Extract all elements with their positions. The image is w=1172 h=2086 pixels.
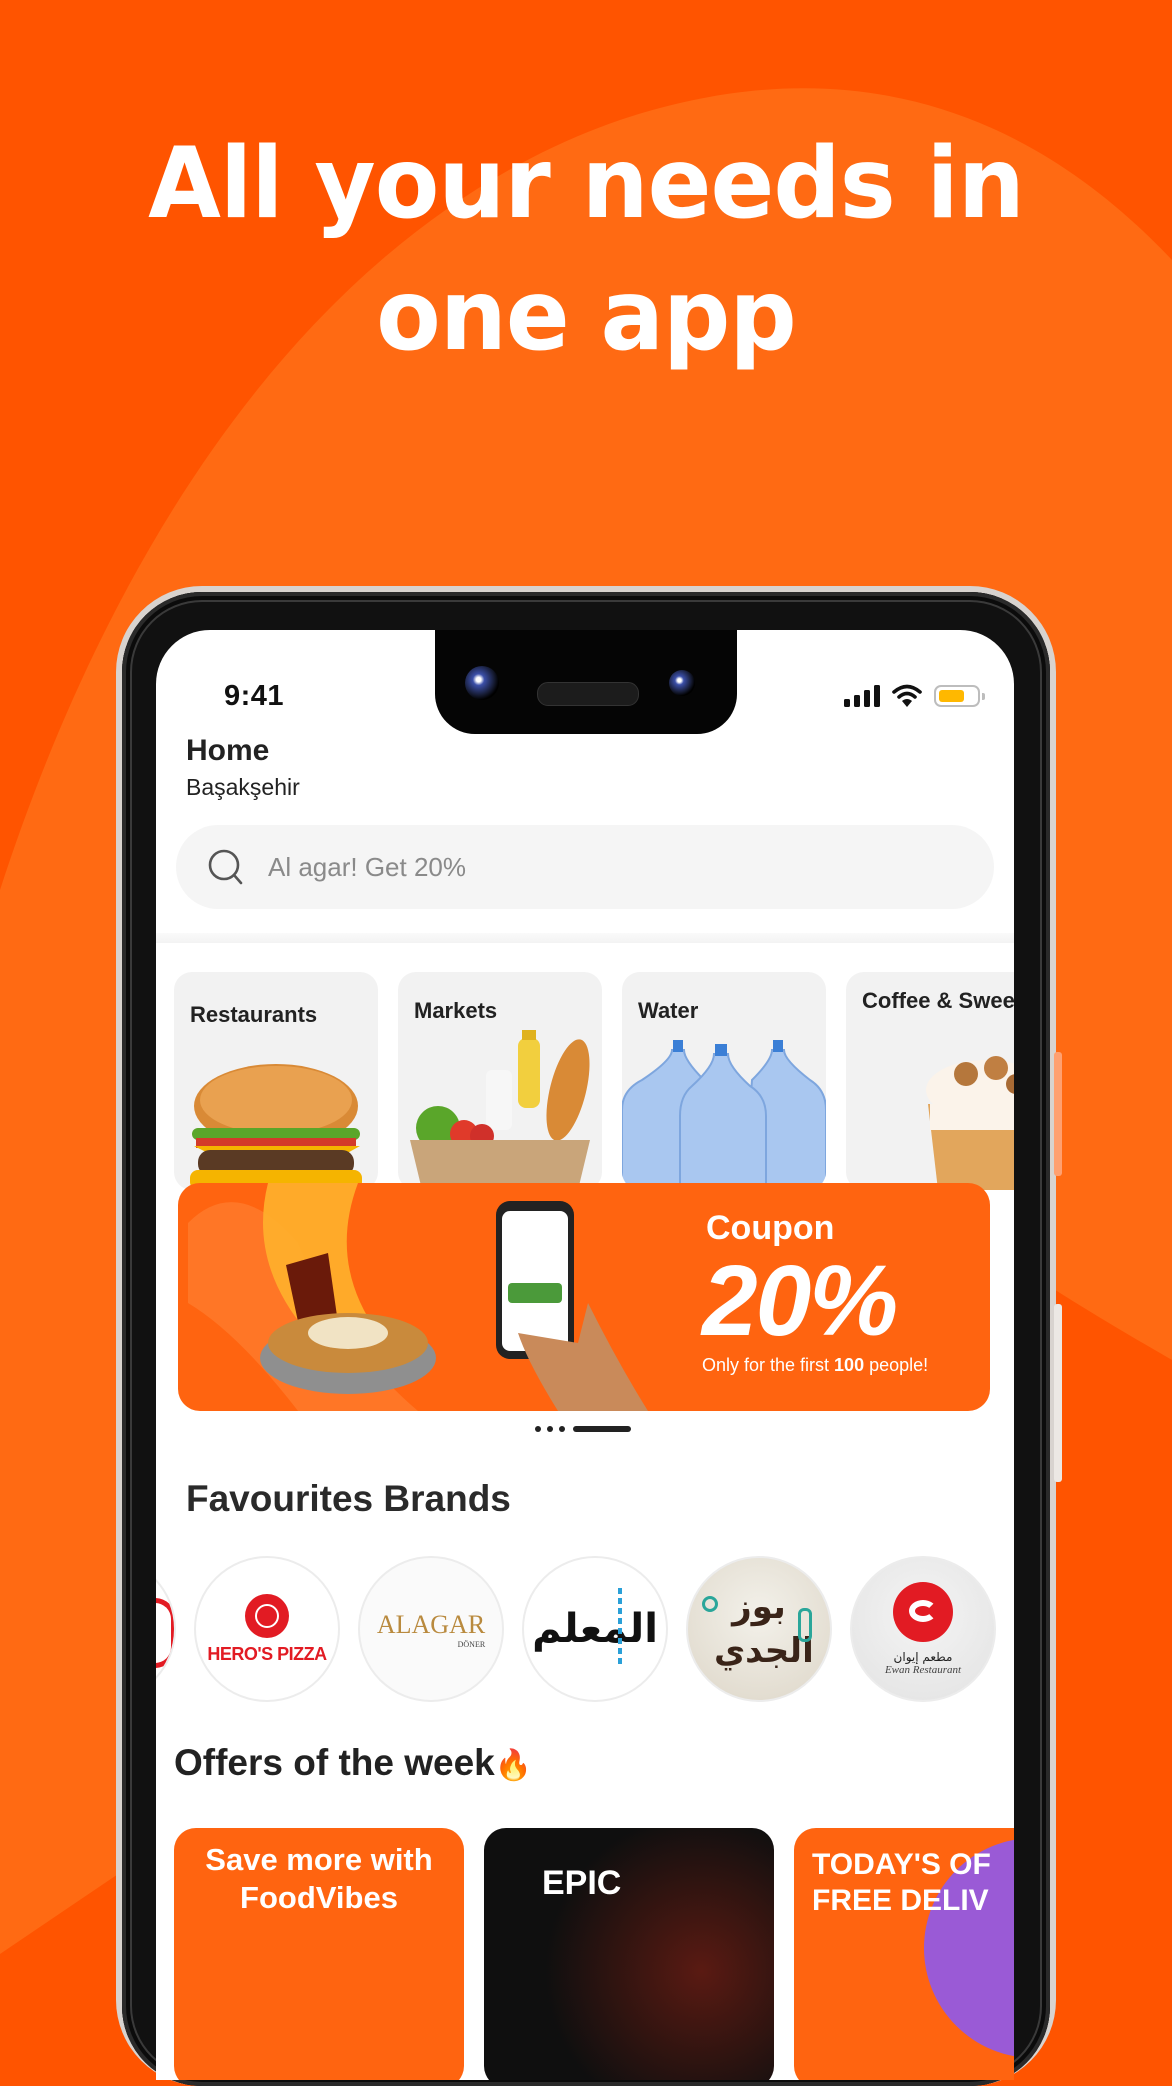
battery-icon: [934, 685, 985, 707]
category-label: Restaurants: [190, 1002, 318, 1027]
coupon-discount: 20%: [702, 1245, 898, 1357]
fire-icon: 🔥: [494, 1749, 533, 1782]
divider: [156, 933, 1014, 943]
brands-title: Favourites Brands: [186, 1478, 511, 1519]
offer-line-1: TODAY'S OF: [812, 1848, 991, 1881]
brand-bouz-al-jidi[interactable]: بوز الجدي: [686, 1556, 832, 1702]
brand-ewan-restaurant[interactable]: مطعم إيوان Ewan Restaurant: [850, 1556, 996, 1702]
speaker-grille: [537, 682, 639, 706]
wifi-icon: [892, 684, 922, 707]
carousel-indicator: [535, 1426, 631, 1432]
brand-logo-text: مطعم إيوان: [893, 1650, 953, 1664]
power-button: [1054, 1304, 1062, 1482]
offer-line-1: EPIC: [542, 1864, 622, 1902]
promo-banner[interactable]: Coupon 20% Only for the first 100 people…: [178, 1183, 990, 1411]
brand-logo-subtext: Ewan Restaurant: [884, 1664, 962, 1676]
coupon-note-count: 100: [834, 1355, 865, 1375]
brand-logo-text: المعلم: [532, 1606, 658, 1652]
carousel-dot[interactable]: [559, 1426, 565, 1432]
coffee-dessert-image: [926, 1056, 1014, 1190]
category-label: Markets: [414, 998, 498, 1023]
category-markets[interactable]: Markets: [398, 972, 602, 1190]
brand-logo-text: بوز الجدي: [714, 1587, 814, 1671]
front-camera-icon: [465, 666, 499, 700]
coupon-note-prefix: Only for the first: [702, 1355, 835, 1375]
offer-card[interactable]: Save more with FoodVibes: [174, 1828, 464, 2080]
search-bar[interactable]: Al agar! Get 20%: [176, 825, 994, 909]
brand-partial[interactable]: [156, 1556, 176, 1702]
app-screen: 9:41 Home Başakşehir Al agar! Get 20% Re…: [156, 630, 1014, 2080]
search-icon: [208, 849, 243, 885]
offers-title: Offers of the week🔥: [174, 1742, 532, 1784]
lantern-icon: [798, 1608, 812, 1642]
grocery-bag-image: [410, 1030, 590, 1190]
category-label: Coffee & Sweets: [862, 988, 1014, 1013]
headline: All your needs in one app: [0, 118, 1172, 382]
coupon-note-suffix: people!: [864, 1355, 929, 1375]
brand-logo-subtext: DÖNER: [457, 1639, 486, 1649]
brand-alagar-doner[interactable]: ALAGAR DÖNER: [358, 1556, 504, 1702]
ornament-icon: [702, 1596, 718, 1612]
offer-list: Save more with FoodVibes EPIC TODAY'S OF…: [174, 1828, 1014, 2080]
ewan-logo-icon: [893, 1582, 953, 1642]
headline-line-1: All your needs in: [148, 127, 1025, 241]
offer-line-2: FoodVibes: [240, 1880, 398, 1915]
brand-logo-text: ALAGAR: [376, 1609, 486, 1639]
address-location[interactable]: Başakşehir: [186, 774, 300, 801]
status-time: 9:41: [224, 680, 285, 712]
offer-line-1: Save more with: [205, 1842, 433, 1877]
phone-mockup: 9:41 Home Başakşehir Al agar! Get 20% Re…: [116, 586, 1062, 2086]
category-list: Restaurants Markets Water Coffee & Swee: [174, 972, 1014, 1190]
carousel-dot-active[interactable]: [573, 1426, 631, 1432]
signal-icon: [844, 685, 880, 707]
status-icons: [844, 684, 985, 708]
brand-logo-text: HERO'S PIZZA: [207, 1643, 327, 1664]
coupon-note: Only for the first 100 people!: [702, 1355, 928, 1376]
volume-button: [1054, 1052, 1062, 1176]
sensor-icon: [669, 670, 695, 696]
offer-card[interactable]: EPIC: [484, 1828, 774, 2080]
offer-line-2: FREE DELIV: [812, 1884, 989, 1917]
heros-pizza-logo-icon: [244, 1593, 289, 1638]
headline-line-2: one app: [376, 259, 797, 373]
carousel-dot[interactable]: [535, 1426, 541, 1432]
category-label: Water: [638, 998, 699, 1023]
notch: [435, 630, 737, 734]
category-water[interactable]: Water: [622, 972, 826, 1190]
water-bottles-image: [622, 1040, 826, 1190]
offers-title-text: Offers of the week: [174, 1742, 495, 1783]
burger-image: [190, 1064, 362, 1190]
brand-al-muallem[interactable]: المعلم: [522, 1556, 668, 1702]
brand-heros-pizza[interactable]: HERO'S PIZZA: [194, 1556, 340, 1702]
category-restaurants[interactable]: Restaurants: [174, 972, 378, 1190]
category-coffee-sweets[interactable]: Coffee & Sweets: [846, 972, 1014, 1190]
address-title[interactable]: Home: [186, 734, 269, 768]
offer-card[interactable]: TODAY'S OF FREE DELIV: [794, 1828, 1014, 2080]
brand-list: HERO'S PIZZA ALAGAR DÖNER المعلم بوز الج…: [156, 1556, 996, 1702]
search-input[interactable]: Al agar! Get 20%: [268, 852, 466, 883]
carousel-dot[interactable]: [547, 1426, 553, 1432]
